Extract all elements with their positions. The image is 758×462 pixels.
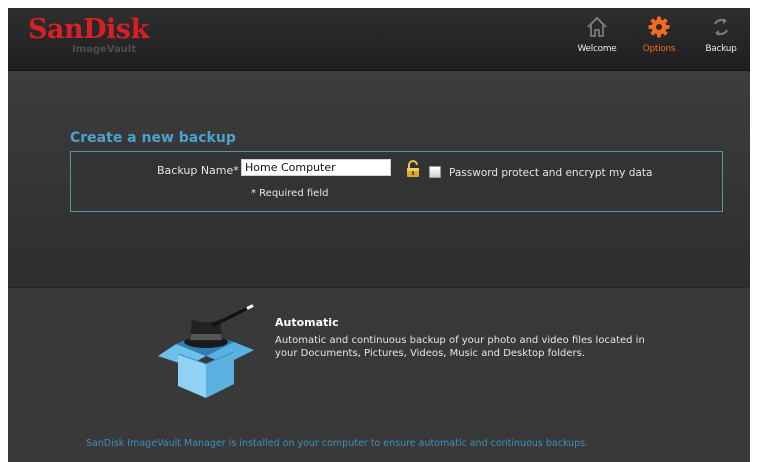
box-with-hat-illustration (158, 304, 254, 398)
nav-welcome[interactable]: Welcome (572, 8, 622, 70)
logo-product: ImageVault (72, 44, 137, 55)
logo-brand: SanDisk (28, 14, 149, 45)
nav-backup-label: Backup (705, 44, 737, 54)
home-icon (587, 16, 607, 37)
nav-welcome-label: Welcome (577, 44, 617, 54)
gear-icon (648, 16, 670, 38)
info-title: Automatic (275, 316, 339, 329)
footer-note: SanDisk ImageVault Manager is installed … (86, 438, 589, 449)
backup-name-label: Backup Name* (157, 164, 239, 177)
password-protect-checkbox[interactable] (429, 166, 441, 178)
page-title: Create a new backup (70, 130, 236, 146)
info-description: Automatic and continuous backup of your … (275, 335, 645, 359)
nav-backup[interactable]: Backup (696, 8, 746, 70)
password-protect-label: Password protect and encrypt my data (449, 167, 653, 179)
lock-icon (407, 160, 419, 177)
required-field-note: * Required field (251, 188, 329, 199)
backup-form: Backup Name* Password protect and encryp… (70, 151, 723, 212)
header-bar: SanDisk ImageVault Welcome Options Backu… (8, 8, 750, 71)
info-section: Automatic Automatic and continuous backu… (8, 287, 750, 462)
backup-icon (714, 18, 728, 36)
nav-options-label: Options (642, 44, 676, 54)
create-backup-panel: Create a new backup Backup Name* Passwor… (8, 71, 750, 287)
sandisk-logo: SanDisk ImageVault (28, 14, 149, 55)
backup-name-input[interactable] (241, 159, 391, 176)
top-nav: Welcome Options Backup (570, 8, 750, 70)
app-window: SanDisk ImageVault Welcome Options Backu… (8, 8, 750, 462)
nav-options[interactable]: Options (634, 8, 684, 70)
